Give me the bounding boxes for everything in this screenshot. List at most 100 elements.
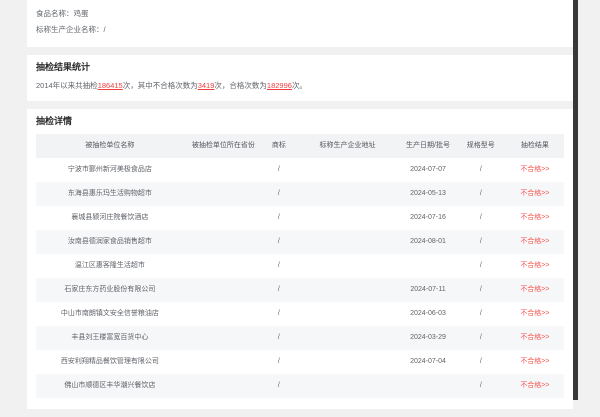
cell-name: 西安利翔精品餐饮管理有限公司	[60, 358, 159, 365]
cell-name: 石家庄东方药业股份有限公司	[64, 286, 156, 293]
stats-title: 抽检结果统计	[36, 62, 91, 72]
cell-name: 宁波市鄞州新河美极食品店	[67, 166, 152, 173]
cell-spec: /	[479, 286, 482, 293]
cell-date: 2024-08-01	[410, 238, 446, 245]
cell-date: 2024-06-03	[410, 310, 446, 317]
cell-province	[184, 254, 263, 278]
cell-spec: /	[479, 334, 482, 341]
cell-address	[295, 326, 401, 350]
cell-spec: /	[479, 214, 482, 221]
result-link[interactable]: 不合格>>	[506, 326, 564, 350]
cell-brand: /	[277, 238, 280, 245]
food-name-label: 食品名称：	[36, 9, 74, 18]
table-row: 石家庄东方药业股份有限公司 / 2024-07-11 / 不合格>>	[36, 278, 564, 302]
cell-brand: /	[277, 214, 280, 221]
table-row: 温江区惠客隆生活超市 / / 不合格>>	[36, 254, 564, 278]
total-count-link[interactable]: 186415	[98, 81, 123, 90]
cell-name: 襄城县颍河庄院餐饮酒店	[71, 214, 149, 221]
producer-name-value: /	[103, 25, 106, 34]
cell-spec: /	[479, 262, 482, 269]
cell-spec: /	[479, 358, 482, 365]
cell-date	[400, 254, 455, 278]
cell-spec: /	[479, 190, 482, 197]
table-row: 丰县刘王楼富宽百货中心 / 2024-03-29 / 不合格>>	[36, 326, 564, 350]
cell-province	[184, 302, 263, 326]
cell-date: 2024-03-29	[410, 334, 446, 341]
inspection-table: 被抽检单位名称 被抽检单位所在省份 商标 标称生产企业地址 生产日期/批号 规格型号 抽检结…	[36, 134, 564, 398]
cell-name: 丰县刘王楼富宽百货中心	[71, 334, 149, 341]
cell-brand: /	[277, 334, 280, 341]
cell-brand: /	[277, 382, 280, 389]
cell-name: 温江区惠客隆生活超市	[74, 262, 145, 269]
cell-date: 2024-07-04	[410, 358, 446, 365]
table-header-row: 被抽检单位名称 被抽检单位所在省份 商标 标称生产企业地址 生产日期/批号 规格型号 抽检结…	[36, 134, 564, 158]
cell-address	[295, 182, 401, 206]
details-title: 抽检详情	[36, 116, 73, 126]
column-header: 生产日期/批号	[406, 142, 450, 149]
cell-date	[400, 374, 455, 398]
cell-name: 中山市南朗镇文安全信誉粮油店	[60, 310, 159, 317]
table-body: 宁波市鄞州新河美极食品店/2024-07-07/不合格>> 东海县惠乐玛生活购物超…	[36, 158, 564, 398]
cell-name: 佛山市顺德区丰华潮兴餐饮店	[64, 382, 156, 389]
cell-brand: /	[277, 190, 280, 197]
result-link[interactable]: 不合格>>	[506, 230, 564, 254]
result-link[interactable]: 不合格>>	[506, 182, 564, 206]
result-link[interactable]: 不合格>>	[506, 350, 564, 374]
cell-address	[295, 278, 401, 302]
content-column: 食品名称：鸡蛋 标称生产企业名称：/ 抽检结果统计 2014年以来共抽检1864…	[27, 0, 573, 417]
inspection-details-card: 抽检详情 被抽检单位名称 被抽检单位所在省份 商标 标称生产企业地址 生产日期/批号 规格…	[27, 109, 573, 409]
cell-address	[295, 374, 401, 398]
stats-suffix: 次。	[291, 81, 307, 90]
stats-unit2: 次，合格次数为	[214, 81, 267, 90]
passed-count-link[interactable]: 182996	[267, 81, 292, 90]
result-link[interactable]: 不合格>>	[506, 374, 564, 398]
cell-brand: /	[277, 286, 280, 293]
cell-brand: /	[277, 166, 280, 173]
result-link[interactable]: 不合格>>	[506, 254, 564, 278]
cell-address	[295, 350, 401, 374]
cell-address	[295, 158, 401, 182]
cell-date: 2024-05-13	[410, 190, 446, 197]
cell-name: 东海县惠乐玛生活购物超市	[67, 190, 152, 197]
cell-spec: /	[479, 166, 482, 173]
result-link[interactable]: 不合格>>	[506, 278, 564, 302]
inspection-stats-card: 抽检结果统计 2014年以来共抽检186415次，其中不合格次数为3419次，合…	[27, 55, 573, 101]
food-name-value: 鸡蛋	[73, 9, 89, 18]
food-info-card: 食品名称：鸡蛋 标称生产企业名称：/	[27, 0, 573, 47]
result-link[interactable]: 不合格>>	[506, 158, 564, 182]
cell-address	[295, 206, 401, 230]
table-row: 宁波市鄞州新河美极食品店 / 2024-07-07 / 不合格>>	[36, 158, 564, 182]
producer-name-label: 标称生产企业名称：	[36, 25, 104, 34]
column-header: 规格型号	[466, 142, 495, 149]
producer-name-line: 标称生产企业名称：/	[36, 22, 564, 38]
stats-unit1: 次，其中不合格次数为	[122, 81, 198, 90]
column-header: 被抽检单位所在省份	[191, 142, 255, 149]
cell-province	[184, 278, 263, 302]
cell-province	[184, 374, 263, 398]
cell-province	[184, 230, 263, 254]
cell-brand: /	[277, 310, 280, 317]
failed-count-link[interactable]: 3419	[198, 81, 215, 90]
column-header: 被抽检单位名称	[85, 142, 135, 149]
cell-date: 2024-07-07	[410, 166, 446, 173]
right-gutter	[578, 0, 600, 400]
cell-address	[295, 302, 401, 326]
table-row: 汝南县德润家食品销售超市 / 2024-08-01 / 不合格>>	[36, 230, 564, 254]
column-header: 抽检结果	[520, 142, 549, 149]
stats-prefix: 2014年以来共抽检	[36, 81, 98, 90]
cell-province	[184, 182, 263, 206]
table-row: 中山市南朗镇文安全信誉粮油店 / 2024-06-03 / 不合格>>	[36, 302, 564, 326]
cell-province	[184, 326, 263, 350]
cell-brand: /	[277, 358, 280, 365]
table-row: 东海县惠乐玛生活购物超市 / 2024-05-13 / 不合格>>	[36, 182, 564, 206]
cell-address	[295, 230, 401, 254]
cell-date: 2024-07-11	[410, 286, 446, 293]
cell-date: 2024-07-16	[410, 214, 446, 221]
cell-spec: /	[479, 238, 482, 245]
column-header: 标称生产企业地址	[319, 142, 376, 149]
column-header: 商标	[271, 142, 286, 149]
result-link[interactable]: 不合格>>	[506, 302, 564, 326]
table-row: 西安利翔精品餐饮管理有限公司 / 2024-07-04 / 不合格>>	[36, 350, 564, 374]
cell-address	[295, 254, 401, 278]
result-link[interactable]: 不合格>>	[506, 206, 564, 230]
